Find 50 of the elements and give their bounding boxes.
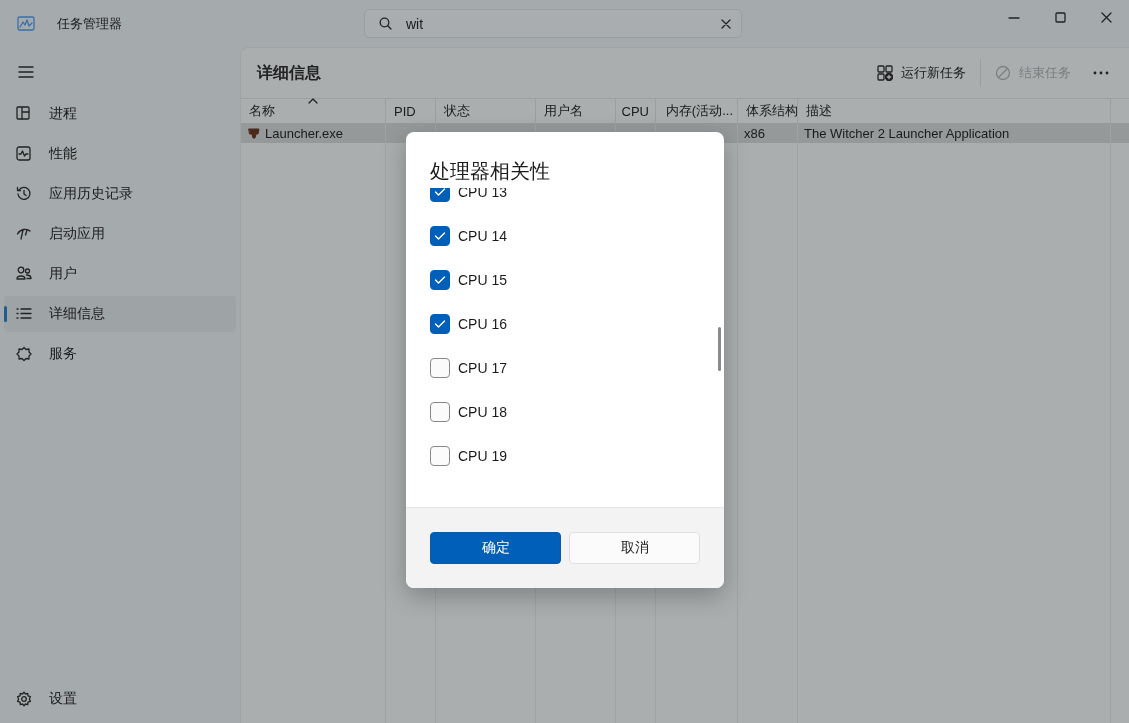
cpu-checkbox[interactable]: CPU 18 [430, 400, 724, 424]
cpu-checkbox[interactable]: CPU 14 [430, 224, 724, 248]
pulse-icon [16, 146, 32, 162]
scrollbar-thumb[interactable] [718, 327, 721, 371]
cpu-checkbox[interactable]: CPU 13 [430, 188, 724, 204]
checkmark-icon [434, 231, 446, 241]
selection-indicator [4, 306, 7, 322]
sort-up-icon [308, 98, 318, 104]
grid-icon [16, 106, 32, 122]
checkmark-icon [434, 275, 446, 285]
dialog-title: 处理器相关性 [430, 159, 551, 184]
new-task-icon [877, 65, 893, 81]
cpu-checkbox[interactable]: CPU 17 [430, 356, 724, 380]
nav-item[interactable]: 进程 [4, 96, 236, 132]
toolbar-button[interactable]: 运行新任务 [867, 58, 976, 88]
close-icon [1100, 12, 1112, 23]
nav-item[interactable]: 性能 [4, 136, 236, 172]
app-logo-icon [17, 15, 35, 32]
more-icon [1093, 71, 1109, 75]
search-text: wit [406, 15, 425, 32]
close-icon [721, 18, 731, 29]
checkmark-icon [434, 319, 446, 329]
cancel-button[interactable]: 取消 [569, 532, 700, 564]
search-field[interactable]: wit [364, 9, 742, 38]
maximize-icon [1054, 12, 1066, 23]
nav-item[interactable]: 服务 [4, 336, 236, 372]
users-icon [16, 266, 32, 282]
nav-item[interactable]: 详细信息 [4, 296, 236, 332]
cpu-checkbox[interactable]: CPU 19 [430, 444, 724, 468]
nav-item[interactable]: 用户 [4, 256, 236, 292]
history-icon [16, 186, 32, 202]
nav-item[interactable]: 应用历史记录 [4, 176, 236, 212]
nav-item[interactable]: 启动应用 [4, 216, 236, 252]
settings-item[interactable]: 设置 [4, 681, 77, 717]
checkmark-icon [434, 188, 446, 197]
menu-icon [18, 66, 34, 78]
settings-icon [16, 691, 32, 707]
search-icon [379, 17, 392, 30]
process-name: Launcher.exe [265, 125, 344, 141]
table-cell: The Witcher 2 Launcher Application [804, 125, 1010, 141]
blocked-icon [995, 65, 1011, 81]
ok-button[interactable]: 确定 [430, 532, 561, 564]
cpu-checkbox[interactable]: CPU 15 [430, 268, 724, 292]
window-title: 任务管理器 [57, 14, 122, 33]
cpu-checkbox[interactable]: CPU 16 [430, 312, 724, 336]
page-title: 详细信息 [257, 62, 321, 83]
list-icon [16, 306, 32, 322]
app-icon [247, 126, 261, 140]
clear-button[interactable] [721, 18, 731, 29]
table-cell: x86 [744, 125, 765, 141]
